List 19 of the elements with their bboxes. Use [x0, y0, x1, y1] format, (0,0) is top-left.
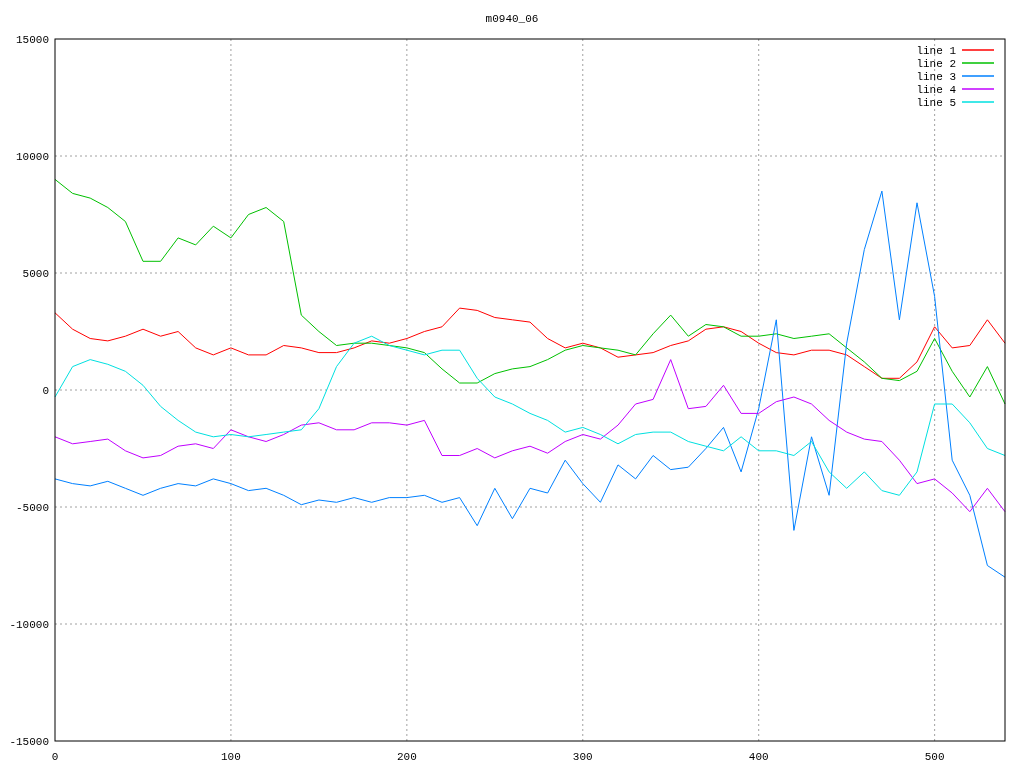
x-tick-label: 0	[51, 751, 59, 763]
y-tick-label: 5000	[22, 268, 49, 280]
legend-label: line 1	[916, 45, 956, 57]
legend-label: line 2	[916, 58, 956, 70]
x-tick-label: 300	[572, 751, 593, 763]
legend-label: line 4	[916, 84, 956, 96]
y-tick-label: -5000	[16, 502, 49, 514]
chart-title: m0940_06	[485, 13, 539, 25]
x-tick-label: 400	[748, 751, 769, 763]
y-tick-label: -10000	[9, 619, 49, 631]
legend-label: line 5	[916, 97, 956, 109]
y-tick-label: 10000	[16, 151, 49, 163]
y-tick-label: 15000	[16, 34, 49, 46]
x-tick-label: 100	[221, 751, 241, 763]
legend-label: line 3	[916, 71, 956, 83]
y-tick-label: -15000	[9, 736, 49, 748]
y-tick-label: 0	[42, 385, 49, 397]
x-tick-label: 200	[396, 751, 417, 763]
x-tick-label: 500	[924, 751, 945, 763]
